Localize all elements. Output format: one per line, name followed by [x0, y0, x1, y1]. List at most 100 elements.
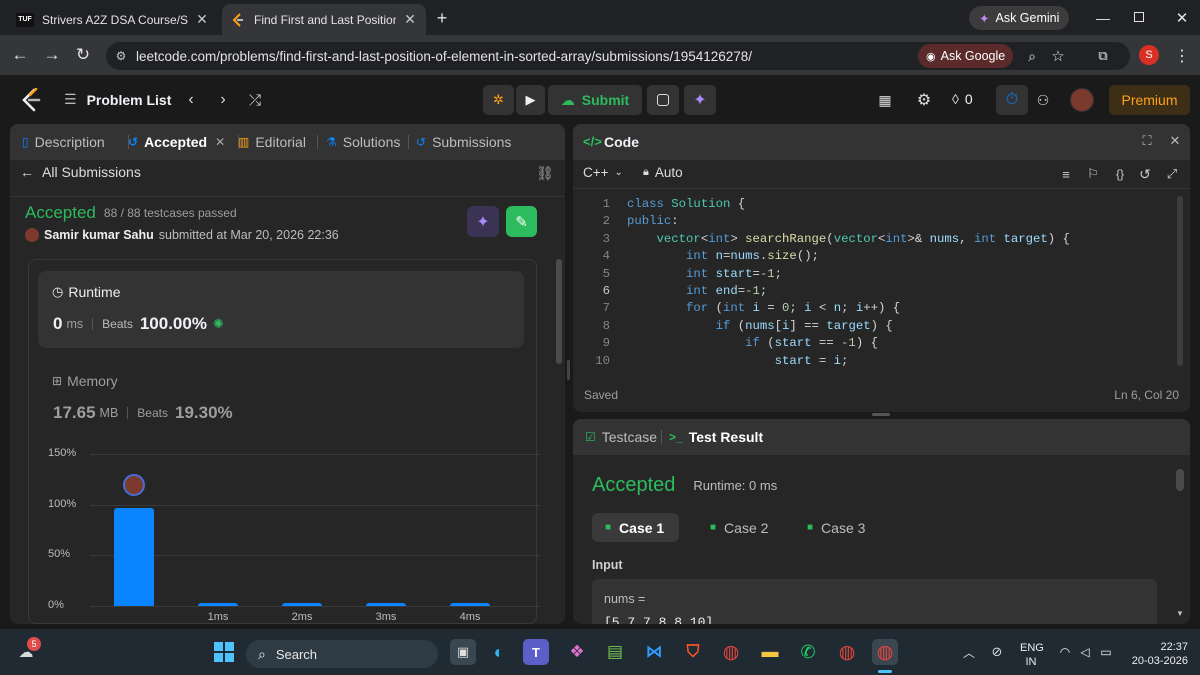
battery-icon[interactable]: ▭: [1097, 645, 1115, 659]
forward-icon[interactable]: →: [42, 45, 62, 65]
user-avatar[interactable]: [1070, 88, 1094, 112]
next-problem-icon[interactable]: ›: [214, 90, 232, 110]
close-panel-icon[interactable]: ✕: [1167, 133, 1183, 149]
profile-avatar[interactable]: S: [1139, 45, 1159, 65]
panel-resize-handle[interactable]: [567, 360, 570, 380]
browser-tab-strivers[interactable]: TUF Strivers A2Z DSA Course/Sheet ✕: [8, 4, 218, 35]
tab-submissions[interactable]: ↺ Submissions: [416, 134, 511, 150]
browser-tab-leetcode[interactable]: Find First and Last Position of E ✕: [222, 4, 426, 35]
language-indicator[interactable]: ENG IN: [1020, 641, 1044, 669]
whatsapp-icon[interactable]: ✆: [795, 639, 821, 665]
chart-bar-1ms[interactable]: [198, 602, 238, 606]
chart-bar-3ms[interactable]: [366, 602, 406, 606]
premium-button[interactable]: Premium: [1109, 85, 1190, 115]
close-window-icon[interactable]: ✕: [1172, 8, 1192, 28]
debug-button[interactable]: ✲: [483, 85, 514, 115]
minimize-icon[interactable]: —: [1093, 9, 1113, 27]
language-select[interactable]: C++ ⌄: [583, 165, 623, 180]
submission-status: Accepted 88 / 88 testcases passed: [25, 203, 237, 223]
tab-accepted[interactable]: ↺ Accepted ✕: [128, 134, 225, 150]
runtime-card[interactable]: ◷ Runtime 0 ms Beats 100.00% ✺: [38, 271, 524, 348]
install-app-icon[interactable]: ⧉: [1093, 46, 1113, 66]
notes-button[interactable]: [647, 85, 679, 115]
close-tab-icon[interactable]: ✕: [402, 11, 418, 28]
tab-description[interactable]: ▯ Description: [22, 134, 105, 150]
vertical-resize-handle[interactable]: [872, 413, 890, 416]
chrome-menu-icon[interactable]: ⋮: [1172, 46, 1192, 66]
bookmark-star-icon[interactable]: ☆: [1048, 46, 1068, 66]
store-icon[interactable]: ▤: [602, 639, 628, 665]
reset-icon[interactable]: ↺: [1136, 165, 1154, 183]
all-submissions-link[interactable]: ← All Submissions: [20, 164, 141, 180]
tab-test-result[interactable]: >_ Test Result: [669, 429, 763, 445]
ask-google-button[interactable]: ◉ Ask Google: [918, 44, 1014, 68]
edit-code-button[interactable]: ✎: [506, 206, 537, 237]
browser-tab-bar: TUF Strivers A2Z DSA Course/Sheet ✕ Find…: [0, 0, 1200, 35]
maximize-icon[interactable]: ⛶: [1139, 133, 1155, 149]
tab-solutions[interactable]: ⚗ Solutions: [326, 134, 400, 150]
edge-icon[interactable]: ◐: [486, 639, 512, 665]
weather-badge: 5: [27, 637, 41, 651]
braces-icon[interactable]: {}: [1109, 165, 1131, 183]
scroll-down-icon[interactable]: ▼: [1174, 607, 1186, 619]
chart-bar-4ms[interactable]: [450, 602, 490, 606]
author-name[interactable]: Samir kumar Sahu: [44, 228, 154, 242]
result-scrollbar[interactable]: [1176, 469, 1184, 491]
reload-icon[interactable]: ↻: [73, 45, 93, 65]
memory-card[interactable]: ⊞ Memory 17.65 MB Beats 19.30%: [38, 360, 524, 424]
teams-icon[interactable]: T: [523, 639, 549, 665]
file-explorer-icon[interactable]: ▬: [757, 639, 783, 665]
ai-analyze-button[interactable]: ✦: [467, 206, 499, 237]
expand-icon[interactable]: ⤢: [1163, 165, 1181, 183]
tab-editorial[interactable]: ▥ Editorial: [238, 134, 306, 150]
format-icon[interactable]: ≡: [1057, 165, 1075, 183]
case-tab-1[interactable]: ■ Case 1: [592, 513, 680, 542]
network-off-icon[interactable]: ⊘: [988, 644, 1006, 660]
windows-start-icon[interactable]: [214, 642, 234, 662]
problem-list-button[interactable]: ☰ Problem List: [64, 91, 171, 108]
bookmark-icon[interactable]: ⚐: [1084, 165, 1102, 183]
shuffle-icon[interactable]: ⤮: [245, 90, 265, 110]
prev-problem-icon[interactable]: ‹: [182, 90, 200, 110]
streak-counter[interactable]: ◊ 0: [952, 91, 973, 107]
taskbar-search[interactable]: ⌕ Search: [246, 640, 438, 668]
scrollbar-thumb[interactable]: [556, 259, 562, 364]
editor-scrollbar[interactable]: [1177, 196, 1183, 366]
case-tab-3[interactable]: ■ Case 3: [794, 513, 880, 542]
leetcode-logo[interactable]: [20, 88, 42, 112]
chart-bar-0ms[interactable]: [114, 507, 154, 606]
zoom-icon[interactable]: ⌕: [1022, 46, 1042, 66]
brave-icon[interactable]: ⛉: [680, 639, 706, 665]
restore-icon[interactable]: [1134, 12, 1144, 22]
volume-muted-icon[interactable]: ◁: [1077, 645, 1093, 659]
run-button[interactable]: ▶: [516, 85, 545, 115]
site-info-icon[interactable]: ⚙: [106, 49, 136, 63]
layout-icon[interactable]: ▦: [876, 90, 894, 110]
ai-assist-button[interactable]: ✦: [684, 85, 716, 115]
chevron-up-icon[interactable]: ︿: [962, 645, 976, 660]
chrome-icon[interactable]: ◍: [718, 639, 744, 665]
tab-testcase[interactable]: ☑ Testcase: [585, 429, 657, 445]
code-editor[interactable]: 1 class Solution {2 public: 3 vector<int> s…: [573, 196, 1173, 372]
vscode-icon[interactable]: ⋈: [641, 639, 667, 665]
chrome-profile-icon[interactable]: ◍: [834, 639, 860, 665]
add-friend-icon[interactable]: ⚇: [1032, 90, 1054, 110]
autocomplete-toggle[interactable]: 🔒︎ Auto: [643, 165, 683, 180]
close-tab-icon[interactable]: ✕: [215, 135, 225, 149]
close-tab-icon[interactable]: ✕: [194, 11, 210, 28]
submit-button[interactable]: ☁ Submit: [548, 85, 642, 115]
share-link-icon[interactable]: ⛓: [536, 164, 554, 182]
settings-gear-icon[interactable]: ⚙: [914, 90, 934, 110]
timer-button[interactable]: ⏱: [996, 85, 1028, 115]
chart-bar-2ms[interactable]: [282, 602, 322, 606]
task-view-icon[interactable]: ▣: [450, 639, 476, 665]
copilot-icon[interactable]: ❖: [564, 639, 590, 665]
new-tab-icon[interactable]: +: [432, 8, 452, 28]
back-icon[interactable]: ←: [10, 45, 30, 65]
wifi-icon[interactable]: ◠: [1057, 645, 1073, 659]
chrome-active-icon[interactable]: ◍: [872, 639, 898, 665]
clock[interactable]: 22:37 20-03-2026: [1124, 640, 1188, 668]
case-tab-2[interactable]: ■ Case 2: [697, 513, 783, 542]
ask-gemini-button[interactable]: ✦ Ask Gemini: [969, 6, 1070, 30]
weather-widget[interactable]: ☁ 5: [15, 637, 41, 664]
